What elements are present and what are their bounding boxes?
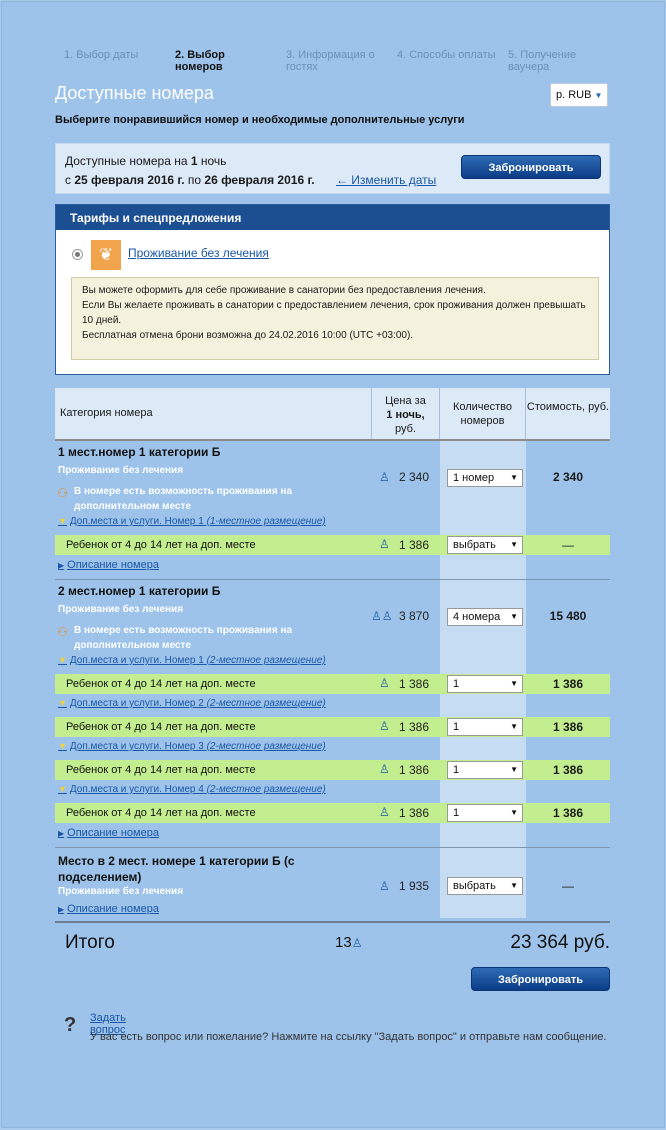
total-guests: 13♙	[335, 934, 363, 951]
service-row: Ребенок от 4 до 14 лет на доп. месте ♙ 1…	[55, 803, 610, 823]
step-3: 3. Информация о гостях	[286, 49, 375, 73]
services-toggle[interactable]: ▼ Доп.места и услуги. Номер 3 (2-местное …	[58, 741, 326, 752]
person-icon: ♙	[379, 537, 390, 551]
chevron-down-icon: ▼	[510, 881, 518, 890]
step-1: 1. Выбор даты	[64, 49, 139, 61]
step-4: 4. Способы оплаты	[397, 49, 496, 61]
row-divider	[55, 579, 610, 580]
triangle-down-icon: ▼	[58, 698, 67, 708]
triangle-down-icon: ▼	[58, 655, 67, 665]
services-toggle[interactable]: ▼ Доп.места и услуги. Номер 1 (1-местное …	[58, 516, 326, 527]
room-price: 1 935	[399, 879, 430, 893]
page: 1. Выбор даты 2. Выбор номеров 3. Информ…	[1, 1, 665, 1128]
triangle-down-icon: ▼	[58, 741, 67, 751]
total-sum: 23 364 руб.	[510, 932, 610, 953]
leaf-icon: ❦	[91, 240, 121, 270]
room-total: —	[562, 879, 574, 893]
tariff-radio[interactable]	[72, 249, 83, 260]
book-button-bottom[interactable]: Забронировать	[471, 967, 610, 991]
header-category: Категория номера	[60, 407, 153, 419]
nights-info: Доступные номера на 1 ночь	[65, 154, 227, 168]
tariff-info-box: Вы можете оформить для себе проживание в…	[71, 277, 599, 360]
room-total: 15 480	[549, 609, 587, 623]
room-tariff: Проживание без лечения	[58, 886, 184, 897]
service-row: Ребенок от 4 до 14 лет на доп. месте ♙ 1…	[55, 674, 610, 694]
service-row: Ребенок от 4 до 14 лет на доп. месте ♙ 1…	[55, 717, 610, 737]
service-quantity-select[interactable]: 1 ▼	[447, 804, 523, 822]
services-toggle[interactable]: ▼ Доп.места и услуги. Номер 1 (2-местное …	[58, 655, 326, 666]
room-title: Место в 2 мест. номере 1 категории Б (с …	[58, 854, 295, 884]
two-persons-icon: ♙♙	[371, 609, 393, 623]
service-quantity-select[interactable]: 1 ▼	[447, 718, 523, 736]
dates-panel: Доступные номера на 1 ночь с 25 февраля …	[55, 143, 610, 194]
chevron-down-icon: ▼	[510, 808, 518, 817]
chevron-down-icon: ▼	[510, 765, 518, 774]
service-quantity-select[interactable]: 1 ▼	[447, 675, 523, 693]
person-icon: ♙	[379, 676, 390, 690]
room-tariff: Проживание без лечения	[58, 465, 184, 476]
person-icon: ♙	[379, 762, 390, 776]
header-quantity: Количество номеров	[440, 388, 526, 439]
room-price: 2 340	[399, 470, 430, 484]
extra-place-note: В номере есть возможность проживания на …	[74, 625, 293, 651]
person-icon: ♙	[379, 805, 390, 819]
page-subtitle: Выберите понравившийся номер и необходим…	[55, 114, 465, 126]
date-range: с 25 февраля 2016 г. по 26 февраля 2016 …	[65, 173, 437, 187]
header-price: Цена за 1 ночь, руб.	[371, 388, 440, 439]
room-description-link[interactable]: ▶ Описание номера	[58, 559, 159, 571]
services-toggle[interactable]: ▼ Доп.места и услуги. Номер 4 (2-местное …	[58, 784, 326, 795]
triangle-right-icon: ▶	[58, 829, 65, 838]
chevron-down-icon: ▼	[594, 91, 603, 100]
room-tariff: Проживание без лечения	[58, 604, 184, 615]
tariffs-title: Тарифы и спецпредложения	[56, 205, 609, 230]
book-button-top[interactable]: Забронировать	[461, 155, 601, 179]
room-title: 1 мест.номер 1 категории Б	[58, 445, 221, 459]
step-5: 5. Получение ваучера	[508, 49, 577, 73]
triangle-right-icon: ▶	[58, 905, 65, 914]
person-icon: ♙	[379, 719, 390, 733]
room-quantity-select[interactable]: 4 номера ▼	[447, 608, 523, 626]
triangle-down-icon: ▼	[58, 516, 67, 526]
currency-select[interactable]: р. RUB ▼	[550, 83, 608, 107]
room-total: 2 340	[552, 470, 584, 484]
tariff-option-link[interactable]: Проживание без лечения	[128, 246, 269, 260]
chevron-down-icon: ▼	[510, 722, 518, 731]
extra-place-icon: ⚇	[57, 625, 68, 639]
service-quantity-select[interactable]: 1 ▼	[447, 761, 523, 779]
triangle-down-icon: ▼	[58, 784, 67, 794]
change-dates-link[interactable]: ← Изменить даты	[336, 173, 436, 187]
person-icon: ♙	[379, 879, 390, 893]
room-title: 2 мест.номер 1 категории Б	[58, 584, 221, 598]
service-row: Ребенок от 4 до 14 лет на доп. месте ♙ 1…	[55, 535, 610, 555]
room-description-link[interactable]: ▶ Описание номера	[58, 903, 159, 915]
chevron-down-icon: ▼	[510, 679, 518, 688]
header-cost: Стоимость, руб.	[526, 401, 610, 413]
service-quantity-select[interactable]: выбрать ▼	[447, 536, 523, 554]
chevron-down-icon: ▼	[510, 540, 518, 549]
ask-question-text: У вас есть вопрос или пожелание? Нажмите…	[90, 1031, 607, 1043]
extra-place-icon: ⚇	[57, 486, 68, 500]
total-label: Итого	[65, 932, 115, 953]
tariffs-panel: Тарифы и спецпредложения ❦ Проживание бе…	[55, 204, 610, 375]
row-divider	[55, 921, 610, 923]
extra-place-note: В номере есть возможность проживания на …	[74, 486, 293, 512]
triangle-right-icon: ▶	[58, 561, 65, 570]
chevron-down-icon: ▼	[510, 473, 518, 482]
booking-steps: 1. Выбор даты 2. Выбор номеров 3. Информ…	[64, 49, 604, 79]
room-quantity-select[interactable]: выбрать ▼	[447, 877, 523, 895]
room-description-link[interactable]: ▶ Описание номера	[58, 827, 159, 839]
room-price: 3 870	[399, 609, 430, 623]
services-toggle[interactable]: ▼ Доп.места и услуги. Номер 2 (2-местное …	[58, 698, 326, 709]
chevron-down-icon: ▼	[510, 612, 518, 621]
service-row: Ребенок от 4 до 14 лет на доп. месте ♙ 1…	[55, 760, 610, 780]
question-icon: ?	[64, 1014, 77, 1036]
table-header: Категория номера Цена за 1 ночь, руб. Ко…	[55, 388, 610, 441]
person-icon: ♙	[379, 470, 390, 484]
page-title: Доступные номера	[55, 83, 214, 103]
step-2: 2. Выбор номеров	[175, 49, 225, 73]
room-quantity-select[interactable]: 1 номер ▼	[447, 469, 523, 487]
person-icon: ♙	[351, 936, 363, 950]
row-divider	[55, 847, 610, 848]
